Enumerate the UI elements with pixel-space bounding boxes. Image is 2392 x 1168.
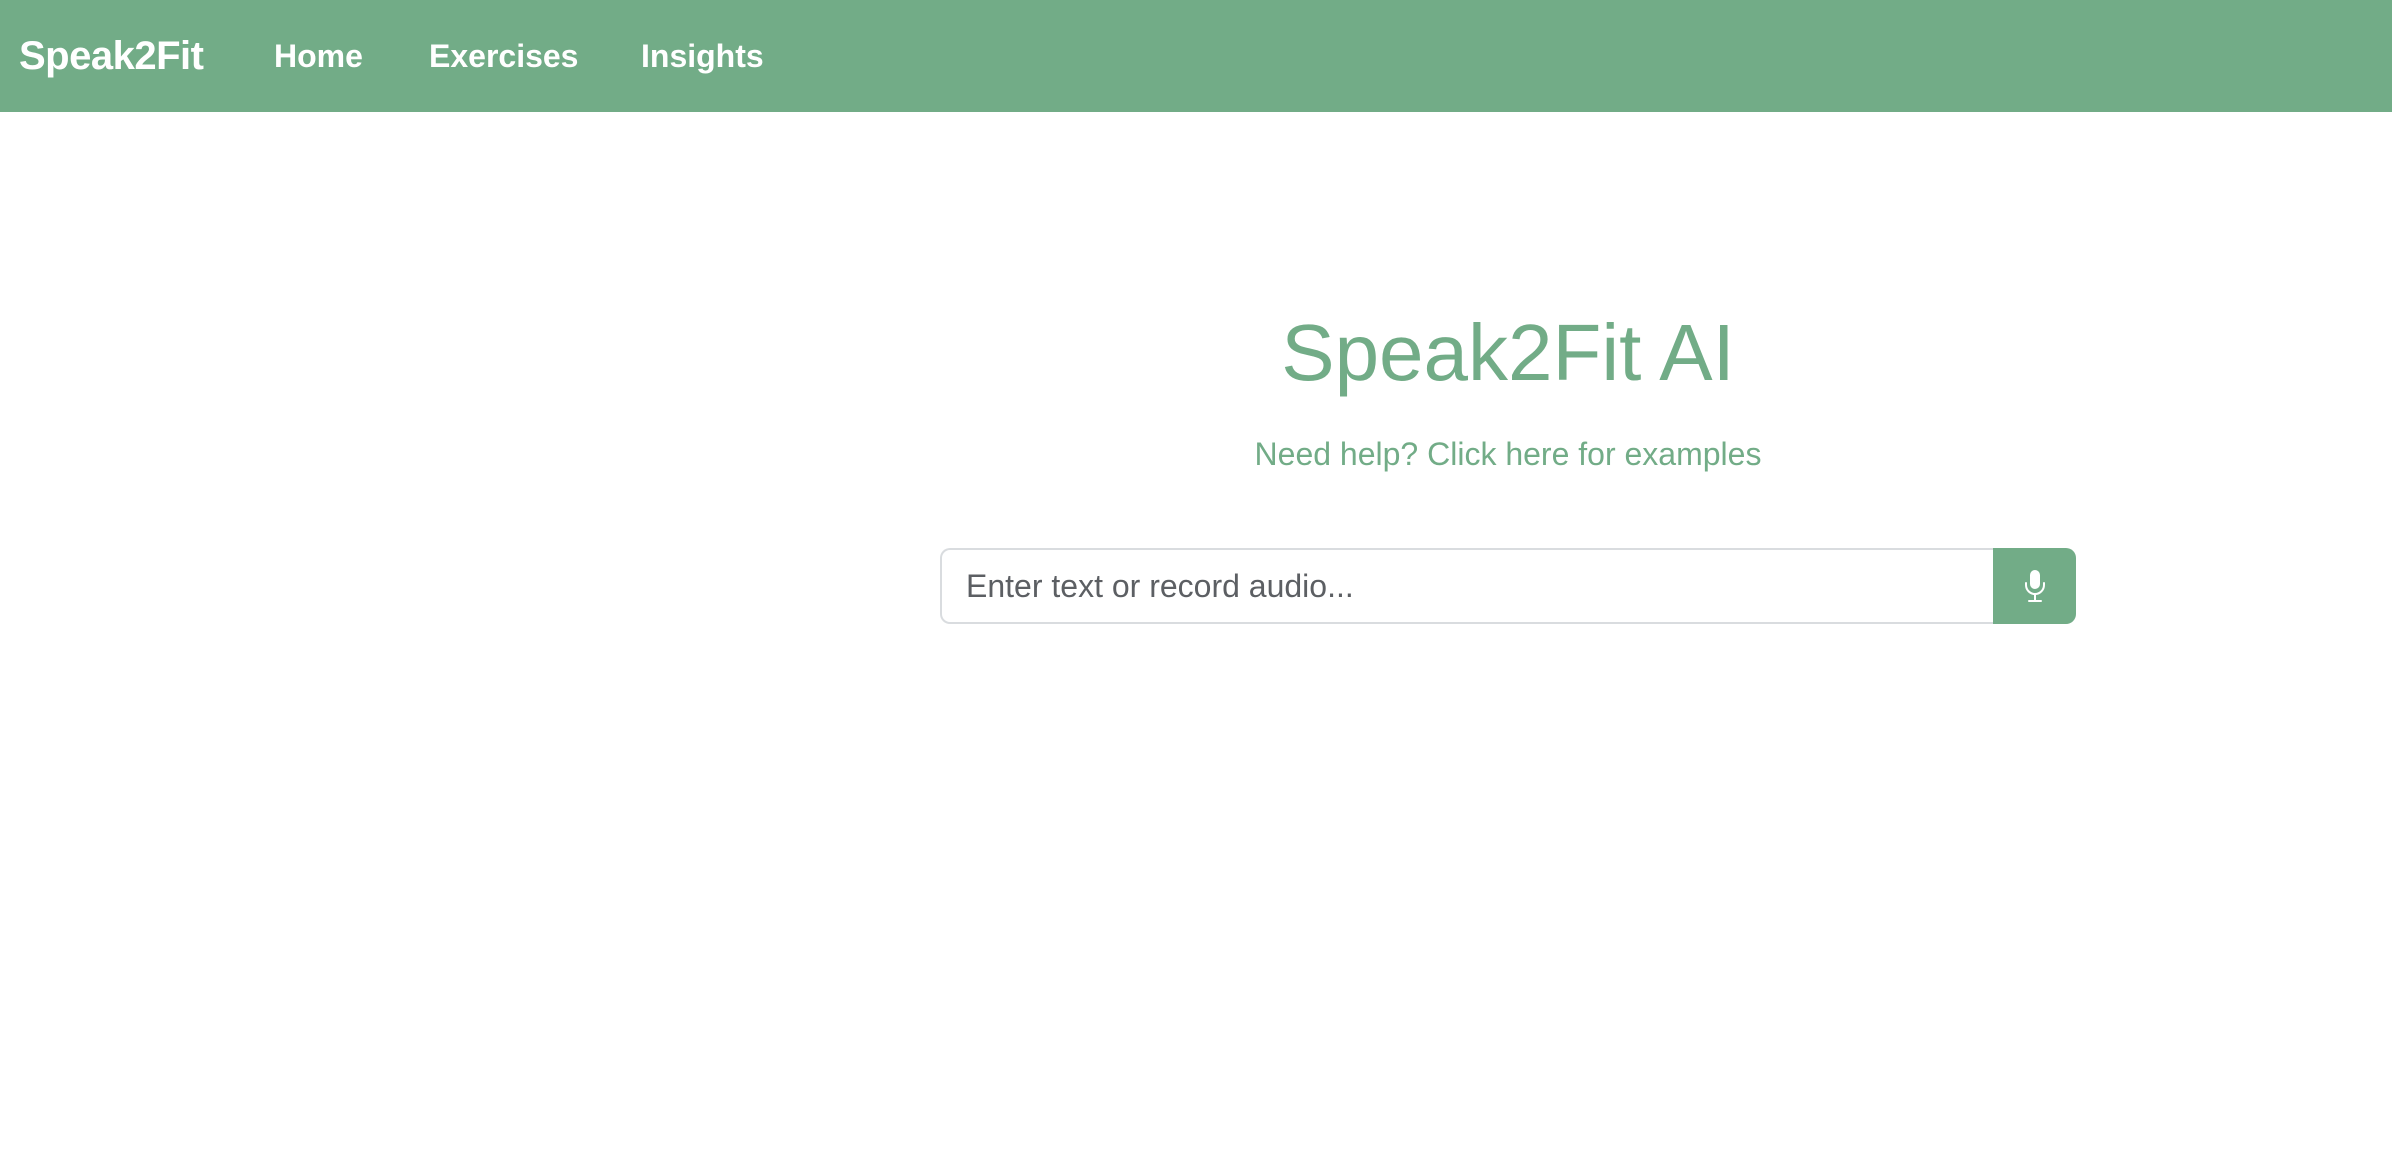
record-audio-button[interactable]: [1993, 548, 2076, 624]
prompt-input-group: [940, 548, 2076, 624]
nav-link-home[interactable]: Home: [274, 0, 363, 112]
page-title: Speak2Fit AI: [1281, 308, 1735, 397]
microphone-icon: [2023, 569, 2047, 603]
nav-link-insights[interactable]: Insights: [641, 0, 764, 112]
nav-link-exercises[interactable]: Exercises: [429, 0, 578, 112]
brand-logo[interactable]: Speak2Fit: [19, 0, 204, 112]
navbar: Speak2Fit Home Exercises Insights: [0, 0, 2392, 112]
help-examples-link[interactable]: Need help? Click here for examples: [940, 432, 2076, 476]
prompt-input[interactable]: [940, 548, 1993, 624]
